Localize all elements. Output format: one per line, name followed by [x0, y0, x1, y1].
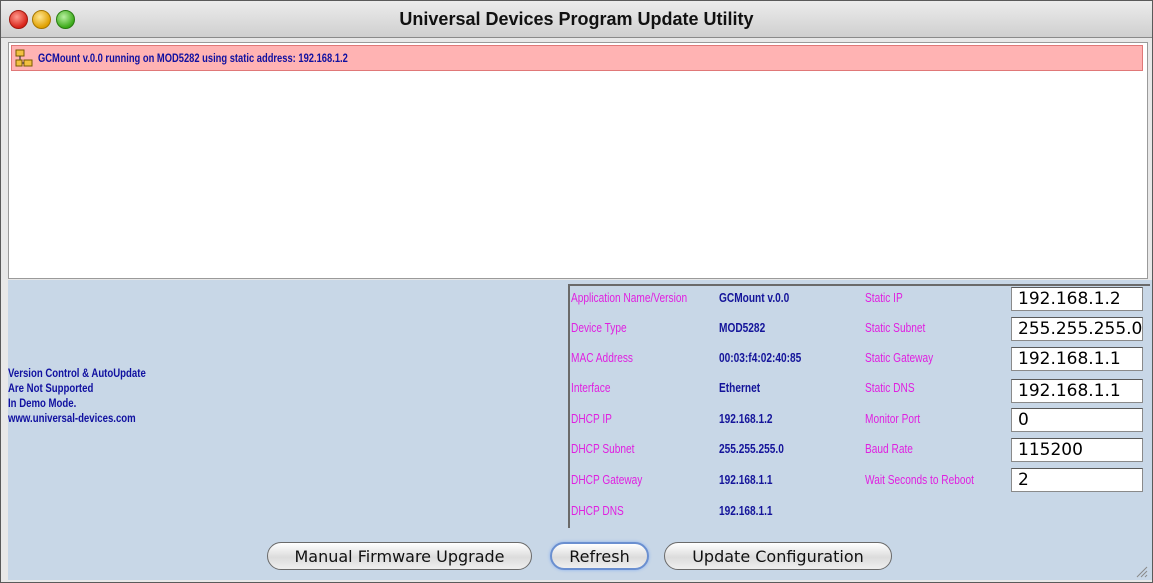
- notice-line: Version Control & AutoUpdate: [8, 366, 146, 380]
- update-configuration-button[interactable]: Update Configuration: [664, 542, 892, 570]
- mac-address-label: MAC Address: [571, 350, 633, 365]
- dhcp-subnet-value: 255.255.255.0: [719, 441, 784, 456]
- monitor-port-field[interactable]: 0: [1011, 408, 1143, 432]
- notice-line: Are Not Supported: [8, 381, 94, 395]
- notice-line: In Demo Mode.: [8, 396, 77, 410]
- dhcp-ip-label: DHCP IP: [571, 411, 612, 426]
- dhcp-dns-label: DHCP DNS: [571, 503, 624, 518]
- dhcp-dns-value: 192.168.1.1: [719, 503, 773, 518]
- manual-firmware-upgrade-button[interactable]: Manual Firmware Upgrade: [267, 542, 532, 570]
- device-list-row[interactable]: GCMount v.0.0 running on MOD5282 using s…: [11, 45, 1143, 71]
- static-subnet-field[interactable]: 255.255.255.0: [1011, 317, 1143, 341]
- interface-value: Ethernet: [719, 380, 761, 395]
- app-name-label: Application Name/Version: [571, 290, 688, 305]
- device-type-label: Device Type: [571, 320, 627, 335]
- wait-seconds-label: Wait Seconds to Reboot: [865, 472, 974, 487]
- baud-rate-field[interactable]: 115200: [1011, 438, 1143, 462]
- mac-address-value: 00:03:f4:02:40:85: [719, 350, 802, 365]
- static-dns-label: Static DNS: [865, 380, 915, 395]
- interface-label: Interface: [571, 380, 611, 395]
- static-gateway-label: Static Gateway: [865, 350, 934, 365]
- notice-line: www.universal-devices.com: [8, 411, 136, 425]
- title-bar: Universal Devices Program Update Utility: [1, 1, 1152, 38]
- app-window: Universal Devices Program Update Utility…: [0, 0, 1153, 583]
- dhcp-subnet-label: DHCP Subnet: [571, 441, 635, 456]
- device-list[interactable]: GCMount v.0.0 running on MOD5282 using s…: [8, 42, 1148, 279]
- baud-rate-label: Baud Rate: [865, 441, 913, 456]
- dhcp-ip-value: 192.168.1.2: [719, 411, 773, 426]
- demo-mode-notice: Version Control & AutoUpdate Are Not Sup…: [8, 366, 146, 426]
- resize-grip-icon[interactable]: [1134, 564, 1148, 578]
- device-list-row-text: GCMount v.0.0 running on MOD5282 using s…: [38, 51, 348, 65]
- static-ip-label: Static IP: [865, 290, 903, 305]
- static-dns-field[interactable]: 192.168.1.1: [1011, 379, 1143, 403]
- window-title: Universal Devices Program Update Utility: [399, 9, 754, 29]
- dhcp-gateway-label: DHCP Gateway: [571, 472, 643, 487]
- refresh-button[interactable]: Refresh: [550, 542, 649, 570]
- network-icon: [15, 49, 33, 67]
- device-type-value: MOD5282: [719, 320, 766, 335]
- monitor-port-label: Monitor Port: [865, 411, 921, 426]
- dhcp-gateway-value: 192.168.1.1: [719, 472, 773, 487]
- static-ip-field[interactable]: 192.168.1.2: [1011, 287, 1143, 311]
- static-gateway-field[interactable]: 192.168.1.1: [1011, 347, 1143, 371]
- static-subnet-label: Static Subnet: [865, 320, 926, 335]
- app-name-value: GCMount v.0.0: [719, 290, 790, 305]
- wait-seconds-field[interactable]: 2: [1011, 468, 1143, 492]
